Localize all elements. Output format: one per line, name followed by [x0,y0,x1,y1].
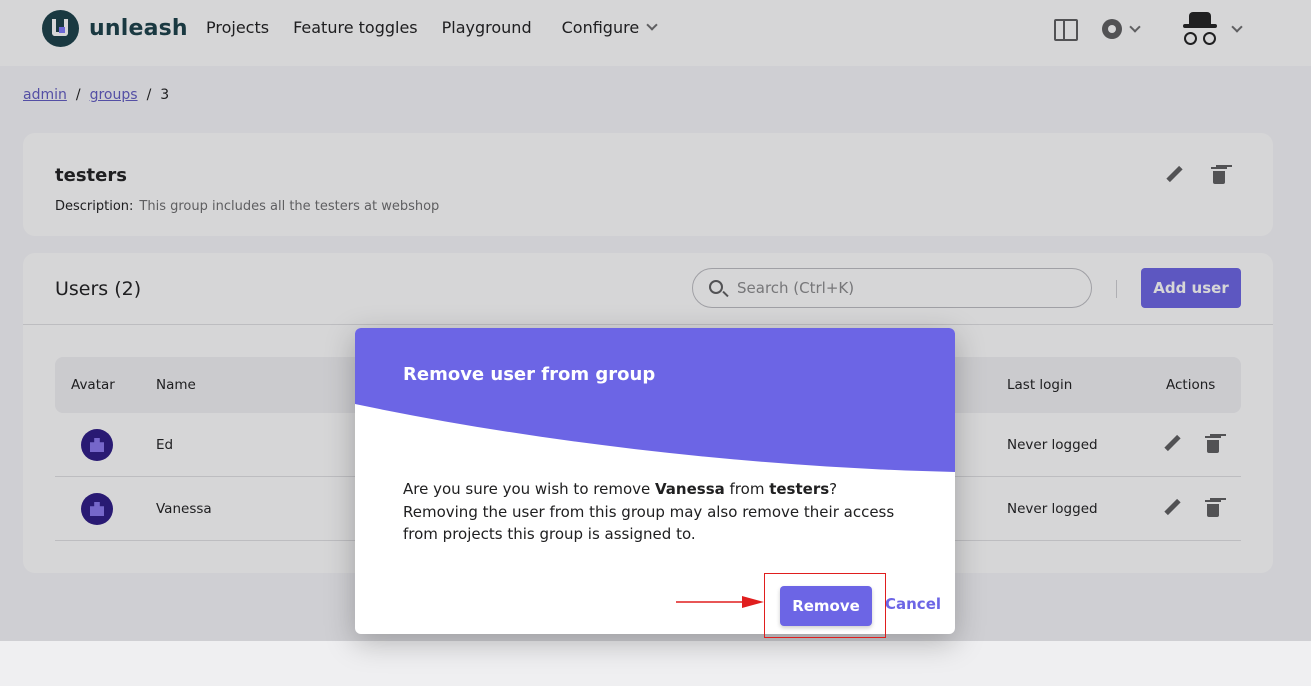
dialog-title: Remove user from group [403,364,656,385]
message-user: Vanessa [655,480,725,498]
cancel-button[interactable]: Cancel [885,595,941,613]
message-mid: from [724,480,770,498]
highlight-box [764,573,886,638]
dialog-header-wave [355,328,955,472]
message-prefix: Are you sure you wish to remove [403,480,655,498]
message-group: testers [769,480,830,498]
page-footer-area [0,641,1311,686]
dialog-message: Are you sure you wish to remove Vanessa … [403,478,913,546]
pointer-arrow [676,596,764,608]
